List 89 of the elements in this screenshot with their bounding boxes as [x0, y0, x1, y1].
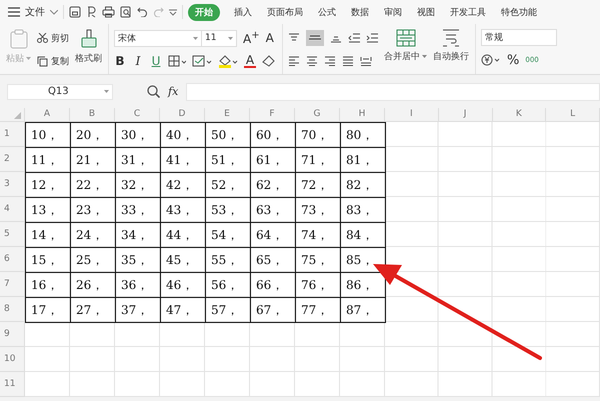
format-painter-button[interactable]: 格式刷	[75, 26, 102, 65]
ribbon-tab[interactable]: 开始	[188, 4, 220, 20]
brush-icon	[80, 29, 98, 49]
distribute-icon[interactable]	[360, 56, 372, 66]
column-header[interactable]: J	[438, 108, 492, 122]
cell-style-icon[interactable]	[192, 55, 212, 67]
formula-input[interactable]	[186, 82, 600, 100]
column-header[interactable]: K	[492, 108, 546, 122]
file-menu[interactable]: 文件	[25, 5, 45, 19]
export-icon[interactable]	[86, 6, 97, 18]
underline-button[interactable]: U	[150, 54, 162, 68]
fill-color-icon[interactable]	[218, 54, 238, 68]
column-header[interactable]: I	[385, 108, 439, 122]
chevron-down-icon[interactable]	[50, 10, 58, 14]
percent-button[interactable]: %	[507, 52, 520, 68]
align-top-icon[interactable]	[288, 33, 300, 43]
font-color-button[interactable]: A	[244, 54, 256, 68]
print-preview-icon[interactable]	[120, 6, 132, 18]
save-icon[interactable]	[69, 6, 81, 18]
function-button[interactable]: fx	[168, 85, 178, 98]
wrap-text-button[interactable]: 自动换行	[433, 26, 469, 63]
row-header[interactable]: 5	[0, 222, 25, 247]
ribbon-tab[interactable]: 公式	[315, 4, 339, 20]
ribbon-tab[interactable]: 开发工具	[447, 4, 489, 20]
menu-icon[interactable]	[8, 7, 20, 17]
triangle-icon	[14, 112, 21, 119]
row-header[interactable]: 7	[0, 272, 25, 297]
row-header[interactable]: 10	[0, 347, 25, 372]
ribbon-tab[interactable]: 插入	[231, 4, 255, 20]
row-header[interactable]: 2	[0, 147, 25, 172]
borders-icon[interactable]	[168, 55, 186, 67]
currency-icon[interactable]	[481, 54, 501, 66]
row-header[interactable]: 4	[0, 197, 25, 222]
row-header[interactable]: 6	[0, 247, 25, 272]
column-header[interactable]: E	[205, 108, 250, 122]
bold-button[interactable]: B	[114, 54, 126, 68]
caret-icon[interactable]	[104, 90, 109, 93]
column-header[interactable]: G	[295, 108, 340, 122]
table-cell: 17，	[25, 297, 71, 323]
row-header[interactable]: 3	[0, 172, 25, 197]
row-header[interactable]: 11	[0, 372, 25, 397]
column-header[interactable]: B	[70, 108, 115, 122]
copy-button[interactable]: 复制	[37, 52, 69, 70]
row-header[interactable]: 1	[0, 122, 25, 147]
italic-button[interactable]: I	[132, 54, 144, 68]
ribbon-tab[interactable]: 数据	[348, 4, 372, 20]
wrap-text-icon	[441, 29, 461, 47]
column-header[interactable]: L	[546, 108, 600, 122]
merge-cells-icon	[396, 29, 416, 47]
customize-icon[interactable]	[169, 8, 177, 16]
align-left-icon[interactable]	[288, 56, 300, 66]
align-center-icon[interactable]	[306, 56, 318, 66]
font-size-button[interactable]: A	[266, 31, 274, 45]
copy-icon	[37, 56, 48, 66]
merge-center-button[interactable]: 合并居中	[384, 26, 427, 63]
column-header[interactable]: H	[340, 108, 385, 122]
zoom-icon[interactable]	[147, 85, 160, 98]
ribbon-tab[interactable]: 特色功能	[498, 4, 540, 20]
decrease-indent-icon[interactable]	[348, 33, 360, 43]
caret-icon[interactable]	[193, 36, 198, 40]
ribbon-tab[interactable]: 页面布局	[264, 4, 306, 20]
print-icon[interactable]	[102, 6, 115, 18]
scissors-icon	[37, 33, 48, 43]
table-cell: 80，	[340, 122, 386, 148]
ribbon-tab[interactable]: 审阅	[381, 4, 405, 20]
column-header[interactable]: D	[160, 108, 205, 122]
font-size-field[interactable]: 11	[201, 30, 237, 46]
ribbon-tab[interactable]: 视图	[414, 4, 438, 20]
eraser-icon[interactable]	[262, 55, 276, 67]
justify-icon[interactable]	[342, 56, 354, 66]
name-box[interactable]: Q13	[7, 84, 113, 100]
column-header[interactable]: A	[25, 108, 70, 122]
clipboard-icon	[10, 29, 28, 49]
table-cell: 87，	[340, 297, 386, 323]
font-size-button[interactable]: A$^{+}$	[243, 30, 260, 46]
number-format-field[interactable]: 常规	[481, 29, 557, 46]
cut-button[interactable]: 剪切	[37, 29, 69, 47]
undo-icon[interactable]	[137, 7, 148, 17]
caret-icon[interactable]	[228, 36, 233, 40]
increase-indent-icon[interactable]	[366, 33, 378, 43]
column-header[interactable]: F	[250, 108, 295, 122]
table-cell: 10，	[25, 122, 71, 148]
column-header[interactable]: C	[115, 108, 160, 122]
caret-icon[interactable]	[422, 55, 427, 58]
align-right-icon[interactable]	[324, 56, 336, 66]
font-name-field[interactable]: 宋体	[114, 30, 202, 46]
align-middle-icon[interactable]	[306, 30, 324, 46]
row-header[interactable]: 8	[0, 297, 25, 322]
row-header[interactable]: 9	[0, 322, 25, 347]
